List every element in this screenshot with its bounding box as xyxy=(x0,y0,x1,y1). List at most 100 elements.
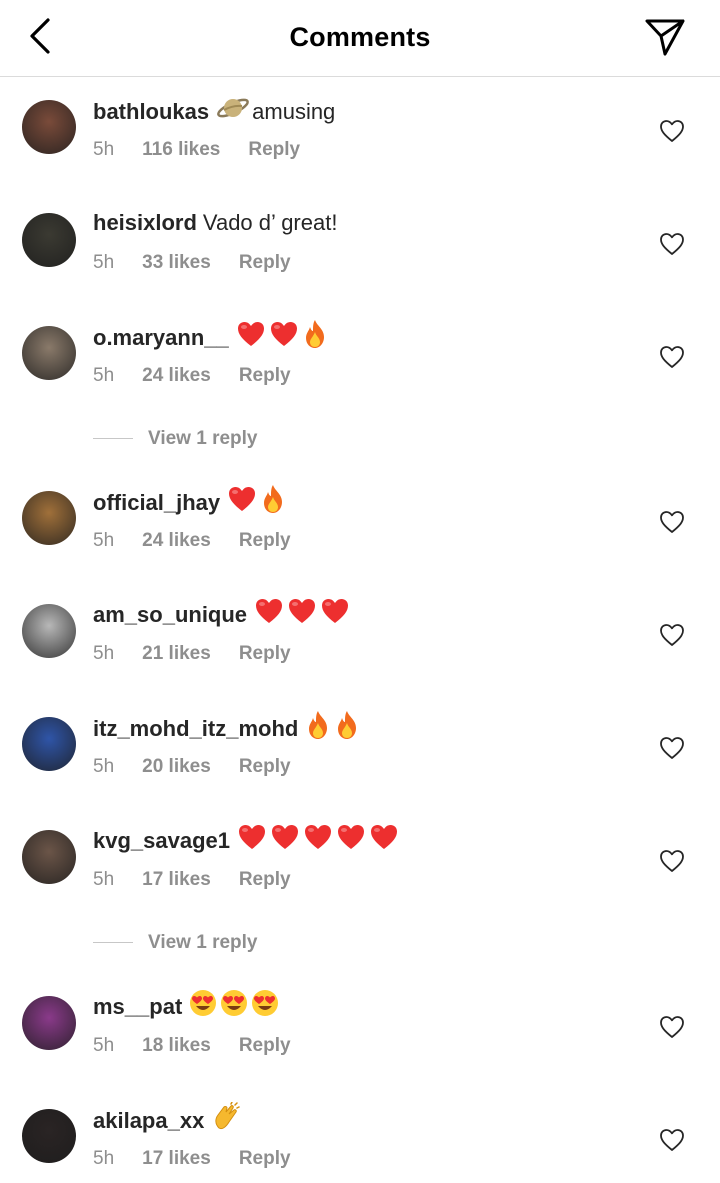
like-button[interactable] xyxy=(659,510,685,534)
reply-button[interactable]: Reply xyxy=(239,643,291,665)
likes-count[interactable]: 17 likes xyxy=(142,1148,211,1170)
heart-eyes-emoji-icon xyxy=(189,989,217,1023)
view-replies-label: View 1 reply xyxy=(148,428,258,449)
comment-meta: 5h 21 likes Reply xyxy=(93,643,291,665)
comment-row: official_jhay 5h 24 likes Reply xyxy=(0,485,720,591)
view-replies-button[interactable]: View 1 reply xyxy=(93,932,258,954)
reply-button[interactable]: Reply xyxy=(239,1035,291,1057)
username[interactable]: ms__pat xyxy=(93,994,182,1019)
avatar[interactable] xyxy=(22,326,76,380)
reply-button[interactable]: Reply xyxy=(248,139,300,161)
heart-emoji-icon xyxy=(227,485,257,519)
timestamp: 5h xyxy=(93,252,115,273)
comment-text: am_so_unique xyxy=(93,599,350,631)
avatar[interactable] xyxy=(22,1109,76,1163)
comment-row: heisixlord Vado d’ great! 5h 33 likes Reply xyxy=(0,210,720,313)
username[interactable]: akilapa_xx xyxy=(93,1108,204,1133)
reply-divider-line xyxy=(93,942,133,944)
share-button[interactable] xyxy=(644,17,686,57)
comment-text: official_jhay xyxy=(93,485,286,520)
like-button[interactable] xyxy=(659,1128,685,1152)
reply-button[interactable]: Reply xyxy=(239,530,291,552)
heart-outline-icon xyxy=(660,233,684,255)
paper-plane-icon xyxy=(645,19,685,56)
username[interactable]: itz_mohd_itz_mohd xyxy=(93,716,298,741)
avatar[interactable] xyxy=(22,100,76,154)
comment-text: itz_mohd_itz_mohd xyxy=(93,711,360,746)
avatar[interactable] xyxy=(22,830,76,884)
clap-emoji-icon xyxy=(211,1101,241,1138)
reply-button[interactable]: Reply xyxy=(239,1148,291,1170)
reply-button[interactable]: Reply xyxy=(239,252,291,274)
comment-body: amusing xyxy=(252,98,336,124)
reply-button[interactable]: Reply xyxy=(239,756,291,778)
heart-outline-icon xyxy=(660,1016,684,1038)
comment-text: heisixlord Vado d’ great! xyxy=(93,210,337,236)
likes-count[interactable]: 24 likes xyxy=(142,530,211,552)
heart-outline-icon xyxy=(660,511,684,533)
heart-emoji-icon xyxy=(237,823,267,857)
like-button[interactable] xyxy=(659,345,685,369)
username[interactable]: am_so_unique xyxy=(93,602,247,627)
heart-emoji-icon xyxy=(336,823,366,857)
username[interactable]: kvg_savage1 xyxy=(93,828,230,853)
likes-count[interactable]: 24 likes xyxy=(142,365,211,387)
like-button[interactable] xyxy=(659,623,685,647)
comment-meta: 5h 24 likes Reply xyxy=(93,530,291,552)
like-button[interactable] xyxy=(659,736,685,760)
comment-row: bathloukas amusing 5h 116 likes Reply xyxy=(0,97,720,200)
comment-row: itz_mohd_itz_mohd 5h 20 likes Reply xyxy=(0,711,720,817)
avatar[interactable] xyxy=(22,491,76,545)
reply-button[interactable]: Reply xyxy=(239,365,291,387)
avatar[interactable] xyxy=(22,213,76,267)
username[interactable]: o.maryann__ xyxy=(93,325,229,350)
heart-emoji-icon xyxy=(320,597,350,631)
fire-emoji-icon xyxy=(334,710,360,746)
like-button[interactable] xyxy=(659,119,685,143)
likes-count[interactable]: 21 likes xyxy=(142,643,211,665)
username[interactable]: bathloukas xyxy=(93,99,209,124)
username[interactable]: official_jhay xyxy=(93,490,220,515)
timestamp: 5h xyxy=(93,365,115,386)
avatar[interactable] xyxy=(22,996,76,1050)
comment-meta: 5h 116 likes Reply xyxy=(93,139,300,161)
heart-eyes-emoji-icon xyxy=(251,989,279,1023)
comment-text: kvg_savage1 xyxy=(93,825,399,857)
heart-emoji-icon xyxy=(287,597,317,631)
heart-outline-icon xyxy=(660,1129,684,1151)
comments-header: Comments xyxy=(0,0,720,77)
username[interactable]: heisixlord xyxy=(93,210,197,235)
heart-emoji-icon xyxy=(369,823,399,857)
likes-count[interactable]: 116 likes xyxy=(142,139,220,161)
avatar[interactable] xyxy=(22,604,76,658)
like-button[interactable] xyxy=(659,849,685,873)
like-button[interactable] xyxy=(659,1015,685,1039)
avatar[interactable] xyxy=(22,717,76,771)
likes-count[interactable]: 18 likes xyxy=(142,1035,211,1057)
heart-outline-icon xyxy=(660,346,684,368)
comment-meta: 5h 33 likes Reply xyxy=(93,252,291,274)
reply-divider-line xyxy=(93,438,133,440)
heart-outline-icon xyxy=(660,850,684,872)
comment-row: kvg_savage1 5h 17 likes Reply xyxy=(0,825,720,930)
heart-eyes-emoji-icon xyxy=(220,989,248,1023)
comment-text: o.maryann__ xyxy=(93,320,328,355)
timestamp: 5h xyxy=(93,756,115,777)
timestamp: 5h xyxy=(93,869,115,890)
heart-emoji-icon xyxy=(303,823,333,857)
view-replies-button[interactable]: View 1 reply xyxy=(93,428,258,450)
timestamp: 5h xyxy=(93,1148,115,1169)
comment-meta: 5h 20 likes Reply xyxy=(93,756,291,778)
comment-body: Vado d’ great! xyxy=(202,210,338,235)
heart-emoji-icon xyxy=(269,320,299,354)
comment-text: bathloukas amusing xyxy=(93,97,335,129)
likes-count[interactable]: 17 likes xyxy=(142,869,211,891)
reply-button[interactable]: Reply xyxy=(239,869,291,891)
like-button[interactable] xyxy=(659,232,685,256)
comment-meta: 5h 17 likes Reply xyxy=(93,869,291,891)
likes-count[interactable]: 33 likes xyxy=(142,252,211,274)
fire-emoji-icon xyxy=(305,710,331,746)
page-title: Comments xyxy=(289,22,431,52)
view-replies-label: View 1 reply xyxy=(148,932,258,953)
likes-count[interactable]: 20 likes xyxy=(142,756,211,778)
